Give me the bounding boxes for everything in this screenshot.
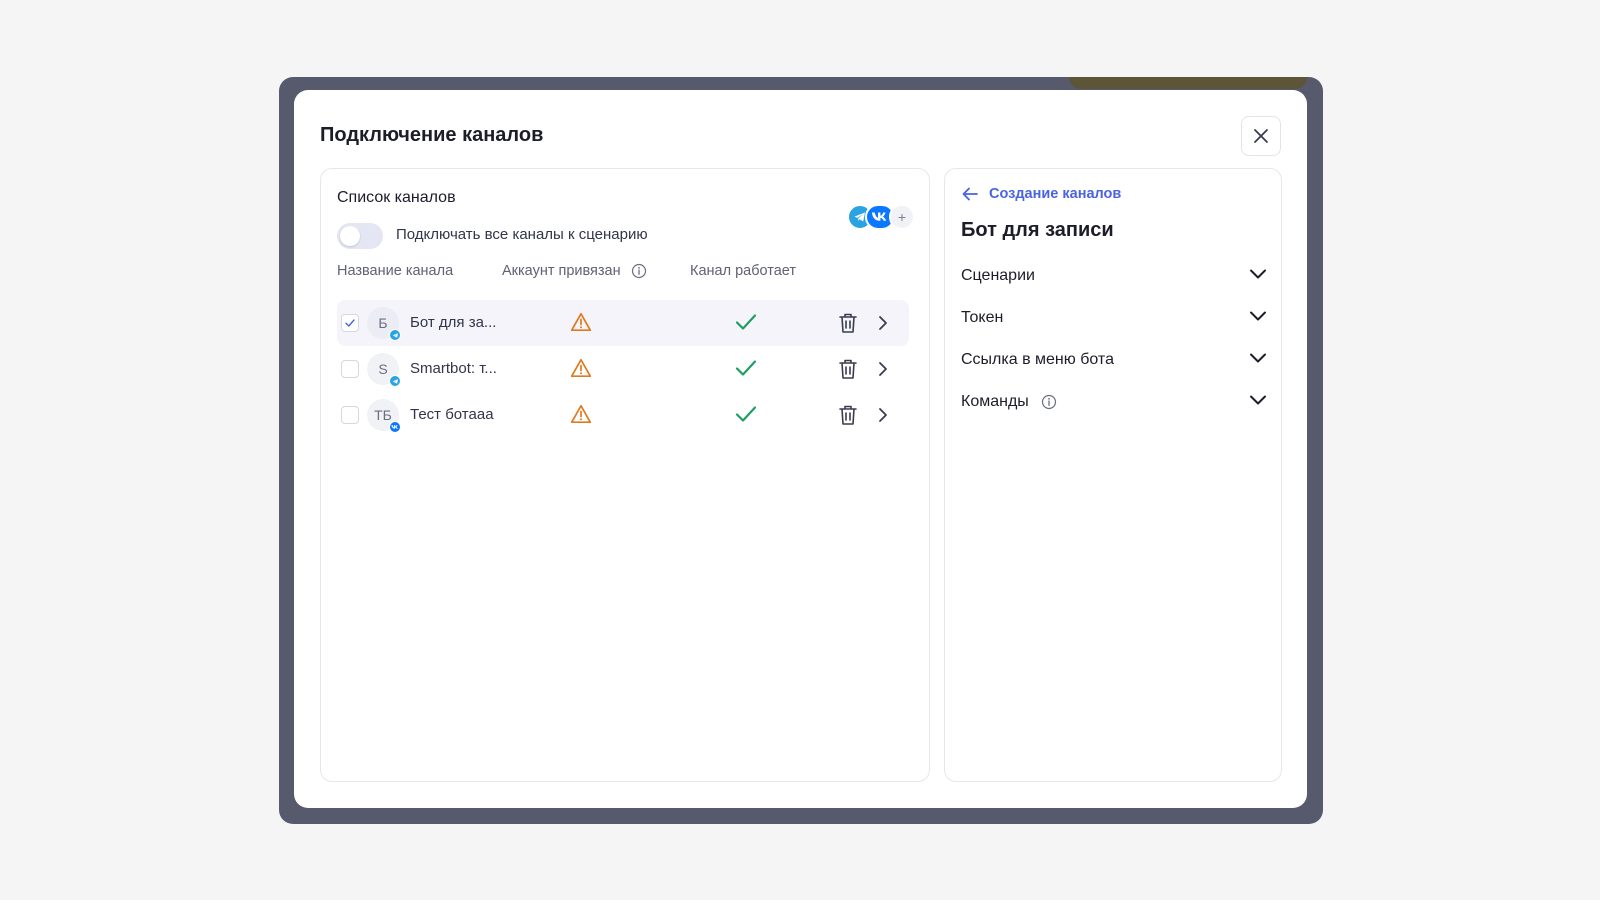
- close-button[interactable]: [1241, 116, 1281, 156]
- back-link-label: Создание каналов: [989, 186, 1122, 202]
- section-scenarios[interactable]: Сценарии: [961, 264, 1267, 290]
- channel-row[interactable]: Б Бот для за...: [337, 300, 909, 346]
- channel-row[interactable]: ТБ Тест ботааа: [337, 392, 909, 438]
- section-token[interactable]: Токен: [961, 306, 1267, 332]
- warning-icon[interactable]: [570, 358, 592, 378]
- section-label-text: Команды: [961, 393, 1029, 410]
- section-label: Токен: [961, 309, 1004, 326]
- check-icon: [735, 314, 757, 330]
- toggle-knob: [340, 226, 360, 246]
- close-icon: [1254, 129, 1268, 143]
- trash-icon[interactable]: [838, 404, 858, 426]
- back-to-create-channels-link[interactable]: Создание каналов: [961, 186, 1121, 202]
- info-icon[interactable]: [1041, 394, 1057, 410]
- trash-icon[interactable]: [838, 312, 858, 334]
- column-header-account-label: Аккаунт привязан: [502, 263, 621, 279]
- channel-details-panel: Создание каналов Бот для записи Сценарии…: [944, 168, 1282, 782]
- channel-avatar: Б: [367, 307, 401, 341]
- chevron-down-icon: [1250, 395, 1266, 405]
- add-channel-plus-icon[interactable]: +: [889, 204, 915, 230]
- channel-name: Smartbot: т...: [410, 360, 497, 377]
- warning-icon[interactable]: [570, 404, 592, 424]
- channel-avatar: ТБ: [367, 399, 401, 433]
- channel-list-panel: Список каналов Подключать все каналы к с…: [320, 168, 930, 782]
- backdrop-decoration: [1069, 77, 1307, 89]
- column-header-name: Название канала: [337, 263, 454, 279]
- connect-channels-modal: Подключение каналов Список каналов Подкл…: [294, 90, 1307, 808]
- check-icon: [735, 360, 757, 376]
- bot-title: Бот для записи: [961, 219, 1114, 241]
- chevron-down-icon: [1250, 311, 1266, 321]
- add-channel-group[interactable]: +: [847, 204, 915, 230]
- arrow-left-icon: [962, 187, 978, 201]
- info-icon[interactable]: [631, 263, 647, 279]
- section-bot-menu-link[interactable]: Ссылка в меню бота: [961, 348, 1267, 374]
- chevron-down-icon: [1250, 269, 1266, 279]
- connect-all-label: Подключать все каналы к сценарию: [396, 226, 648, 243]
- telegram-badge-icon: [389, 329, 401, 341]
- chevron-right-icon[interactable]: [877, 314, 889, 332]
- trash-icon[interactable]: [838, 358, 858, 380]
- connect-all-toggle[interactable]: [337, 223, 383, 249]
- warning-icon[interactable]: [570, 312, 592, 332]
- channel-name: Тест ботааа: [410, 406, 494, 423]
- column-header-account: Аккаунт привязан: [502, 263, 647, 279]
- section-label: Команды: [961, 393, 1057, 411]
- channel-list-title: Список каналов: [337, 189, 456, 206]
- row-checkbox[interactable]: [341, 360, 359, 378]
- avatar-initials: S: [378, 361, 388, 377]
- chevron-right-icon[interactable]: [877, 360, 889, 378]
- avatar-initials: ТБ: [374, 407, 392, 423]
- channel-avatar: S: [367, 353, 401, 387]
- avatar-initials: Б: [378, 315, 388, 331]
- modal-title: Подключение каналов: [320, 124, 544, 146]
- check-icon: [735, 406, 757, 422]
- checkbox-check-icon: [345, 319, 355, 327]
- vk-badge-icon: [389, 421, 401, 433]
- row-checkbox[interactable]: [341, 406, 359, 424]
- section-label: Сценарии: [961, 267, 1035, 284]
- chevron-right-icon[interactable]: [877, 406, 889, 424]
- chevron-down-icon: [1250, 353, 1266, 363]
- channel-name: Бот для за...: [410, 314, 497, 331]
- column-header-works: Канал работает: [690, 263, 797, 279]
- channel-row[interactable]: S Smartbot: т...: [337, 346, 909, 392]
- section-label: Ссылка в меню бота: [961, 351, 1114, 368]
- section-commands[interactable]: Команды: [961, 390, 1267, 416]
- row-checkbox[interactable]: [341, 314, 359, 332]
- telegram-badge-icon: [389, 375, 401, 387]
